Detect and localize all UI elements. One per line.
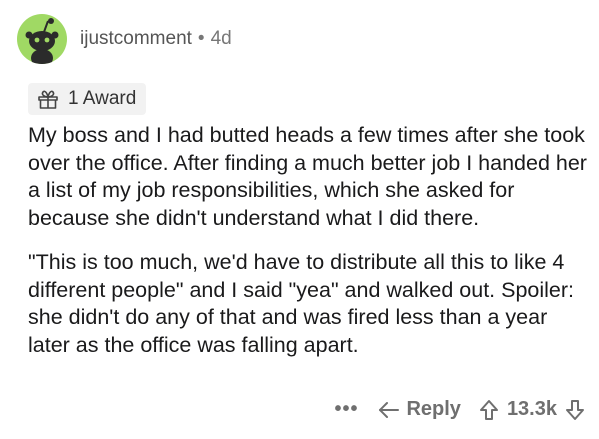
meta-separator: • [197,28,205,49]
vote-score: 13.3k [506,398,557,420]
comment-actions: ••• Reply 13.3k [334,398,585,421]
snoo-avatar-icon [25,18,59,64]
comment-body: My boss and I had butted heads a few tim… [28,122,588,359]
award-label: 1 Award [68,88,137,109]
vote-controls: 13.3k [479,398,585,421]
more-options-button[interactable]: ••• [334,398,358,421]
comment-age: 4d [210,28,232,49]
upvote-arrow-icon[interactable] [479,399,499,421]
downvote-arrow-icon[interactable] [565,399,585,421]
reply-arrow-icon [378,400,400,420]
avatar[interactable] [17,14,67,64]
comment-paragraph: "This is too much, we'd have to distribu… [28,250,575,357]
award-icon [36,87,60,111]
award-badge[interactable]: 1 Award [28,83,147,115]
comment-header: ijustcomment • 4d [17,14,232,64]
reply-button[interactable]: Reply [378,398,461,421]
username[interactable]: ijustcomment [80,28,192,50]
reply-label: Reply [406,398,461,420]
comment: ijustcomment • 4d 1 Award My boss and I … [0,0,599,439]
comment-paragraph: My boss and I had butted heads a few tim… [28,123,587,230]
